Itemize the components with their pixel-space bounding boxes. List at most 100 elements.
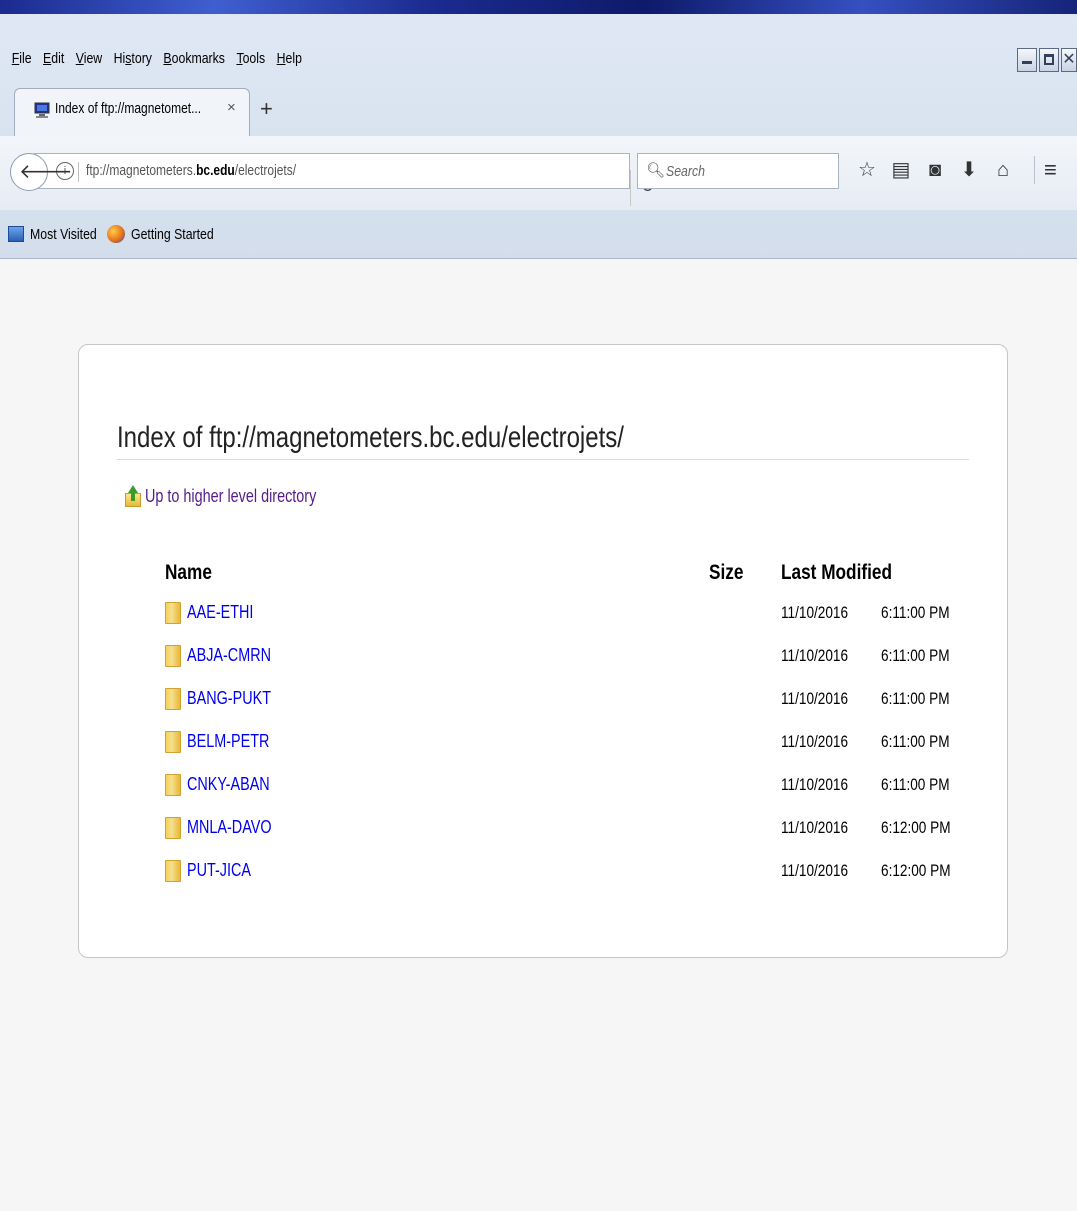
column-header-modified[interactable]: Last Modified xyxy=(781,555,971,591)
table-row: CNKY-ABAN 11/10/2016 6:11:00 PM xyxy=(165,763,971,806)
directory-link[interactable]: BELM-PETR xyxy=(187,731,269,752)
table-row: MNLA-DAVO 11/10/2016 6:12:00 PM xyxy=(165,806,971,849)
reading-list-icon[interactable]: ▤ xyxy=(884,152,918,188)
folder-icon xyxy=(165,859,181,882)
bookmarks-toolbar: Most Visited Getting Started xyxy=(0,210,1077,258)
folder-icon xyxy=(165,730,181,753)
folder-icon xyxy=(165,816,181,839)
bookmark-getting-started[interactable]: Getting Started xyxy=(107,225,232,243)
up-folder-icon xyxy=(125,485,141,507)
menu-tools[interactable]: Tools xyxy=(231,50,271,74)
directory-link[interactable]: AAE-ETHI xyxy=(187,602,253,623)
time-cell: 6:11:00 PM xyxy=(881,645,950,665)
date-cell: 11/10/2016 xyxy=(781,602,849,622)
table-header: Name Size Last Modified xyxy=(165,555,971,591)
bookmark-most-visited[interactable]: Most Visited xyxy=(8,226,111,243)
home-icon[interactable]: ⌂ xyxy=(986,152,1020,188)
close-window-button[interactable] xyxy=(1061,48,1077,72)
computer-icon xyxy=(34,102,50,118)
page-title: Index of ftp://magnetometers.bc.edu/elec… xyxy=(117,421,624,454)
directory-entry[interactable]: BELM-PETR xyxy=(165,730,709,753)
downloads-icon[interactable]: ⬇ xyxy=(952,152,986,188)
menu-file[interactable]: File xyxy=(6,50,37,74)
bookmark-star-icon[interactable]: ☆ xyxy=(850,152,884,188)
up-directory-text[interactable]: Up to higher level directory xyxy=(145,486,316,507)
file-table: Name Size Last Modified AAE-ETHI 11/10/2… xyxy=(165,555,971,892)
url-bar[interactable]: i ftp://magnetometers.bc.edu/electrojets… xyxy=(34,153,654,206)
time-cell: 6:12:00 PM xyxy=(881,860,951,880)
search-placeholder: Search xyxy=(666,163,705,180)
menu-edit[interactable]: Edit xyxy=(37,50,70,74)
pocket-icon[interactable]: ◙ xyxy=(918,152,952,188)
back-button[interactable] xyxy=(10,153,73,191)
menu-help[interactable]: Help xyxy=(271,50,308,74)
size-cell xyxy=(709,849,781,892)
menu-history[interactable]: History xyxy=(108,50,158,74)
tab-active[interactable]: Index of ftp://magnetomet... × xyxy=(14,88,250,136)
table-row: AAE-ETHI 11/10/2016 6:11:00 PM xyxy=(165,591,971,634)
maximize-button[interactable] xyxy=(1039,48,1059,72)
directory-entry[interactable]: CNKY-ABAN xyxy=(165,773,709,796)
up-directory-link[interactable]: Up to higher level directory xyxy=(125,485,359,507)
directory-entry[interactable]: PUT-JICA xyxy=(165,859,709,882)
toolbar-icons: ☆ ▤ ◙ ⬇ ⌂ xyxy=(850,152,1020,188)
url-separator xyxy=(78,162,79,182)
date-cell: 11/10/2016 xyxy=(781,688,849,708)
menu-bookmarks[interactable]: Bookmarks xyxy=(158,50,231,74)
size-cell xyxy=(709,806,781,849)
date-cell: 11/10/2016 xyxy=(781,817,849,837)
date-cell: 11/10/2016 xyxy=(781,774,849,794)
column-header-name[interactable]: Name xyxy=(165,555,709,591)
directory-listing-card: Index of ftp://magnetometers.bc.edu/elec… xyxy=(78,344,1008,958)
menu-hamburger-icon[interactable]: ≡ xyxy=(1044,152,1057,188)
table-row: PUT-JICA 11/10/2016 6:12:00 PM xyxy=(165,849,971,892)
most-visited-icon xyxy=(8,226,24,242)
tab-title: Index of ftp://magnetomet... xyxy=(55,100,202,117)
date-cell: 11/10/2016 xyxy=(781,860,849,880)
folder-icon xyxy=(165,687,181,710)
folder-icon xyxy=(165,644,181,667)
directory-link[interactable]: ABJA-CMRN xyxy=(187,645,271,666)
size-cell xyxy=(709,720,781,763)
table-row: ABJA-CMRN 11/10/2016 6:11:00 PM xyxy=(165,634,971,677)
minimize-button[interactable] xyxy=(1017,48,1037,72)
url-text[interactable]: ftp://magnetometers.bc.edu/electrojets/ xyxy=(86,162,296,179)
folder-icon xyxy=(165,773,181,796)
navigation-toolbar: i ftp://magnetometers.bc.edu/electrojets… xyxy=(0,136,1077,210)
time-cell: 6:11:00 PM xyxy=(881,688,950,708)
time-cell: 6:11:00 PM xyxy=(881,774,950,794)
table-row: BANG-PUKT 11/10/2016 6:11:00 PM xyxy=(165,677,971,720)
firefox-icon xyxy=(107,225,126,243)
menu-view[interactable]: View xyxy=(70,50,108,74)
title-divider xyxy=(117,459,969,460)
date-cell: 11/10/2016 xyxy=(781,731,849,751)
tab-close-icon[interactable]: × xyxy=(227,99,236,116)
directory-entry[interactable]: MNLA-DAVO xyxy=(165,816,709,839)
directory-link[interactable]: PUT-JICA xyxy=(187,860,251,881)
window-controls xyxy=(1017,48,1077,72)
table-row: BELM-PETR 11/10/2016 6:11:00 PM xyxy=(165,720,971,763)
folder-icon xyxy=(165,601,181,624)
directory-entry[interactable]: AAE-ETHI xyxy=(165,601,709,624)
time-cell: 6:12:00 PM xyxy=(881,817,951,837)
bookmark-label: Most Visited xyxy=(30,225,97,243)
directory-entry[interactable]: BANG-PUKT xyxy=(165,687,709,710)
tab-strip: Index of ftp://magnetomet... × + xyxy=(0,78,1077,136)
size-cell xyxy=(709,677,781,720)
column-header-size[interactable]: Size xyxy=(709,555,781,591)
time-cell: 6:11:00 PM xyxy=(881,602,950,622)
directory-link[interactable]: MNLA-DAVO xyxy=(187,817,272,838)
size-cell xyxy=(709,591,781,634)
size-cell xyxy=(709,763,781,806)
new-tab-button[interactable]: + xyxy=(260,96,273,122)
toolbar-separator xyxy=(1034,156,1035,184)
directory-link[interactable]: CNKY-ABAN xyxy=(187,774,270,795)
desktop-background-strip xyxy=(0,0,1077,14)
directory-entry[interactable]: ABJA-CMRN xyxy=(165,644,709,667)
search-input[interactable]: 🔍︎ Search xyxy=(637,153,839,189)
size-cell xyxy=(709,634,781,677)
time-cell: 6:11:00 PM xyxy=(881,731,950,751)
bookmark-label: Getting Started xyxy=(131,225,215,243)
directory-link[interactable]: BANG-PUKT xyxy=(187,688,271,709)
date-cell: 11/10/2016 xyxy=(781,645,849,665)
